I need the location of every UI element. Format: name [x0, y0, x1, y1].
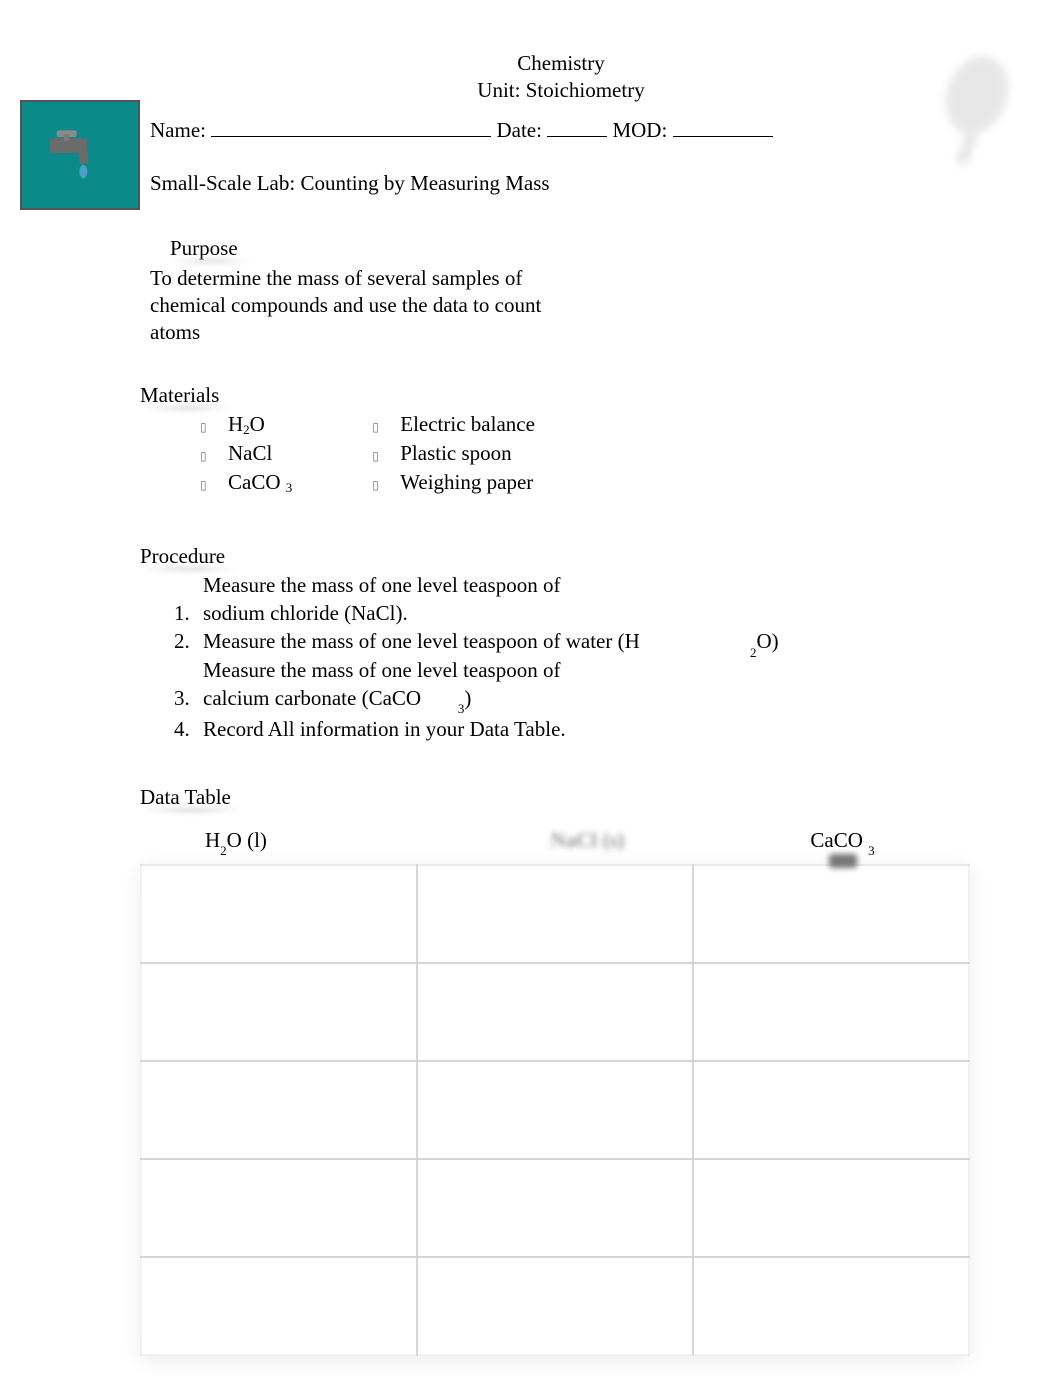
mod-label: MOD:: [612, 118, 672, 142]
name-date-row: Name: Date: MOD:: [150, 115, 972, 143]
col3-pre: CaCO: [810, 828, 863, 852]
table-cell[interactable]: [693, 1257, 969, 1355]
table-cell[interactable]: [693, 1159, 969, 1257]
data-table: [140, 864, 970, 1356]
materials-col-1: ▯H2O ▯NaCl ▯CaCO 3: [200, 410, 292, 498]
mod-blank[interactable]: [673, 115, 773, 137]
name-blank[interactable]: [211, 115, 491, 137]
sub: 2: [243, 421, 250, 439]
step3-pre: Measure the mass of one level teaspoon o…: [203, 658, 560, 710]
sub: 3: [286, 479, 293, 497]
step3-text: Measure the mass of one level teaspoon o…: [203, 656, 603, 715]
sub: 2: [750, 645, 757, 660]
col-header-caco3: CaCO 3: [715, 828, 970, 856]
table-cell[interactable]: [693, 1061, 969, 1159]
material-h2o: H: [228, 410, 243, 439]
material-balance: Electric balance: [400, 410, 535, 439]
lab-title: Small-Scale Lab: Counting by Measuring M…: [150, 171, 972, 196]
course-title: Chemistry: [150, 50, 972, 77]
material-h2o-post: O: [250, 410, 265, 439]
material-paper: Weighing paper: [400, 468, 533, 497]
table-cell[interactable]: [417, 1257, 693, 1355]
step3-post: ): [464, 686, 471, 710]
col3-blur-badge: [829, 854, 857, 868]
procedure-step-2: Measure the mass of one level teaspoon o…: [195, 627, 972, 655]
table-cell[interactable]: [141, 1159, 417, 1257]
purpose-text: To determine the mass of several samples…: [150, 265, 570, 347]
table-cell[interactable]: [417, 865, 693, 963]
material-nacl: NaCl: [228, 439, 272, 468]
table-cell[interactable]: [141, 1061, 417, 1159]
procedure-step-4: Record All information in your Data Tabl…: [195, 715, 972, 743]
sub: 3: [458, 701, 465, 716]
col1-post: O (l): [227, 828, 267, 852]
date-label: Date:: [496, 118, 547, 142]
materials-heading: Materials: [140, 383, 219, 408]
page-header: Chemistry Unit: Stoichiometry: [150, 50, 972, 105]
table-cell[interactable]: [141, 1257, 417, 1355]
table-cell[interactable]: [693, 865, 969, 963]
data-table-heading: Data Table: [140, 785, 231, 810]
faucet-svg: [45, 125, 115, 185]
unit-title: Unit: Stoichiometry: [150, 77, 972, 104]
table-row: [141, 1159, 969, 1257]
table-cell[interactable]: [417, 1061, 693, 1159]
step2-text: Measure the mass of one level teaspoon o…: [203, 629, 640, 653]
table-cell[interactable]: [141, 963, 417, 1061]
procedure-list: Measure the mass of one level teaspoon o…: [195, 571, 972, 743]
step1-text: Measure the mass of one level teaspoon o…: [203, 571, 603, 628]
col-header-nacl: NaCl (s): [460, 828, 715, 856]
material-caco3: CaCO: [228, 468, 281, 497]
date-blank[interactable]: [547, 115, 607, 137]
materials-col-2: ▯Electric balance ▯Plastic spoon ▯Weighi…: [372, 410, 535, 498]
table-row: [141, 865, 969, 963]
sub: 2: [220, 843, 227, 858]
step2-tail-text: O): [757, 629, 779, 653]
col2-blur: NaCl (s): [550, 828, 624, 852]
table-cell[interactable]: [417, 1159, 693, 1257]
faucet-icon: [20, 100, 140, 210]
beaker-icon: [922, 40, 1022, 190]
col-header-h2o: H2O (l): [150, 828, 460, 856]
table-row: [141, 1061, 969, 1159]
purpose-heading: Purpose: [170, 236, 238, 261]
table-row: [141, 963, 969, 1061]
material-spoon: Plastic spoon: [400, 439, 511, 468]
sub: 3: [868, 843, 875, 858]
procedure-step-1: Measure the mass of one level teaspoon o…: [195, 571, 972, 628]
table-row: [141, 1257, 969, 1355]
table-column-headers: H2O (l) NaCl (s) CaCO 3: [150, 828, 970, 856]
table-cell[interactable]: [693, 963, 969, 1061]
table-cell[interactable]: [417, 963, 693, 1061]
name-label: Name:: [150, 118, 211, 142]
col1-pre: H: [205, 828, 220, 852]
procedure-step-3: Measure the mass of one level teaspoon o…: [195, 656, 972, 715]
table-cell[interactable]: [141, 865, 417, 963]
step2-tail: 2O): [750, 627, 779, 658]
procedure-heading: Procedure: [140, 544, 225, 569]
